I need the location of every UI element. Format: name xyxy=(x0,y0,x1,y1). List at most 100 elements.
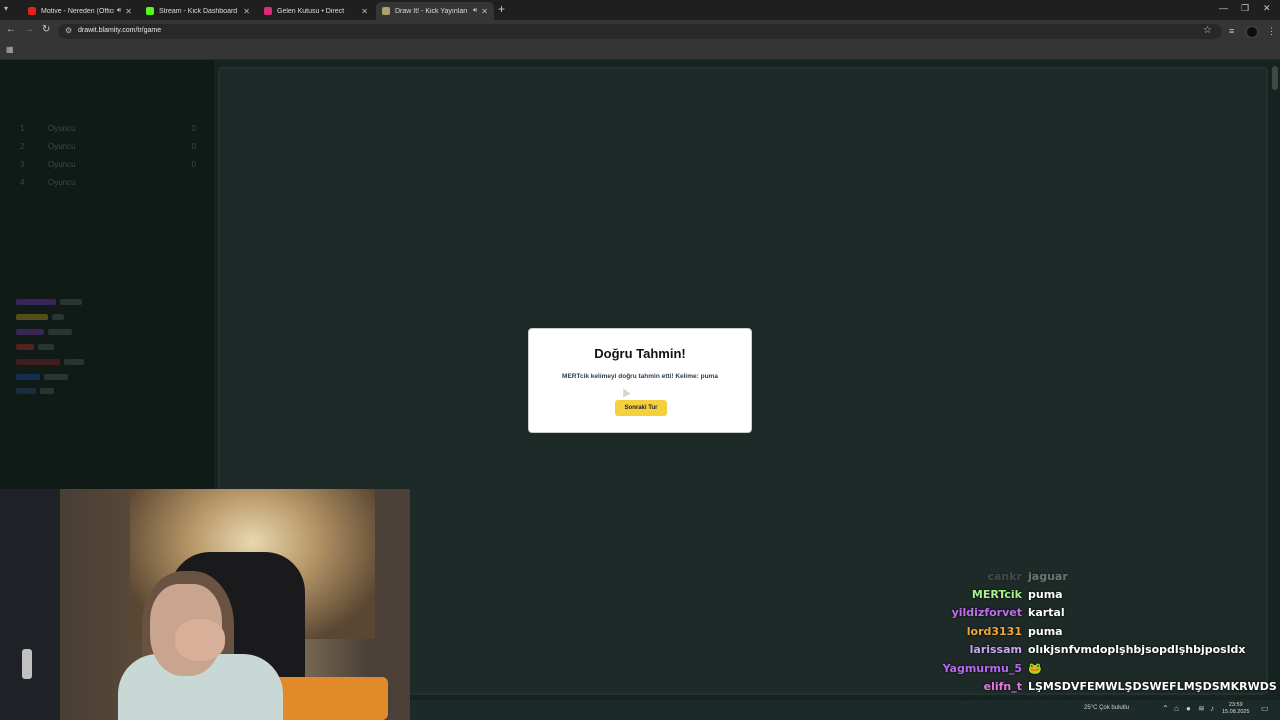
tab-title: Draw It! - Kick Yayınları İçi xyxy=(395,7,470,15)
new-tab-icon[interactable]: + xyxy=(498,2,505,16)
kick-favicon-icon xyxy=(146,7,154,15)
chat-text: 🐸 xyxy=(1028,661,1042,675)
player-row: 3 Oyuncu 0 xyxy=(20,160,200,174)
stream-chat-overlay: cankr jaguar MERTcik puma yildizforvet kartal… xyxy=(828,567,1277,714)
player-rank: 3 xyxy=(20,160,25,169)
sidebar-chat-line xyxy=(16,357,126,367)
chat-username: elifn_t xyxy=(983,680,1022,694)
player-rank: 4 xyxy=(20,178,25,187)
lamp xyxy=(22,649,32,679)
clock-time: 23:59 xyxy=(1228,702,1243,708)
player-name: Oyuncu xyxy=(48,142,76,151)
notification-icon[interactable]: ▭ xyxy=(1261,704,1269,713)
site-info-icon[interactable]: ⚙ xyxy=(65,26,72,35)
players-sidebar: 1 Oyuncu 0 2 Oyuncu 0 3 Oyuncu 0 4 Oyunc… xyxy=(0,60,214,490)
player-rank: 1 xyxy=(20,124,25,133)
address-bar[interactable]: ⚙ drawit.blamity.com/tr/game ☆ xyxy=(58,24,1222,39)
player-name: Oyuncu xyxy=(48,124,76,133)
sidebar-chat-line xyxy=(16,342,126,352)
player-row: 4 Oyuncu xyxy=(20,178,200,192)
menu-kebab-icon[interactable]: ⋮ xyxy=(1267,26,1276,37)
windows-taskbar xyxy=(410,700,1280,720)
chat-message: larissam olıkjsnfvmdoplşhbjsopdlşhbjposld… xyxy=(828,641,1248,659)
chat-message: MERTcik puma xyxy=(828,585,1248,603)
chat-message: cankr jaguar xyxy=(828,567,1248,585)
dialog-title: Doğru Tahmin! xyxy=(594,346,686,361)
next-round-button[interactable]: Sonraki Tur xyxy=(615,400,667,416)
browser-tab-4-active[interactable]: Draw It! - Kick Yayınları İçi 🔊︎ ✕ xyxy=(376,2,494,20)
apps-grid-icon[interactable]: ▦ xyxy=(6,45,14,54)
chat-text: LŞMSDVFEMWLŞDSWEFLMŞDSMKRWDS xyxy=(1028,680,1277,694)
sidebar-chat-line xyxy=(16,372,126,382)
dialog-message: MERTcik kelimeyi doğru tahmin etti! Keli… xyxy=(562,373,718,380)
chat-username: MERTcik xyxy=(971,588,1022,602)
browser-tab-2[interactable]: Stream - Kick Dashboard ✕ xyxy=(140,2,256,20)
network-icon[interactable]: ⌂ xyxy=(1174,704,1179,713)
chat-message: yildizforvet kartal xyxy=(828,604,1248,622)
chat-username: larissam xyxy=(969,643,1022,657)
sidebar-chat-line xyxy=(16,327,126,337)
chat-username: cankr xyxy=(987,569,1022,583)
reload-icon[interactable]: ↻ xyxy=(42,24,50,35)
mic-icon[interactable]: ● xyxy=(1186,704,1191,713)
weather-widget[interactable]: 25°C Çok bulutlu xyxy=(1084,705,1129,711)
chat-message: elifn_t LŞMSDVFEMWLŞDSWEFLMŞDSMKRWDS xyxy=(828,677,1277,695)
player-name: Oyuncu xyxy=(48,160,76,169)
tab-title: Gelen Kutusu • Direct xyxy=(277,7,345,15)
close-tab-icon[interactable]: ✕ xyxy=(243,7,250,16)
drawit-favicon-icon xyxy=(382,7,390,15)
window-close-icon[interactable]: ✕ xyxy=(1263,3,1271,14)
player-row: 1 Oyuncu 0 xyxy=(20,124,200,138)
chat-text: olıkjsnfvmdoplşhbjsopdlşhbjposldx xyxy=(1028,643,1246,657)
correct-guess-dialog: Doğru Tahmin! MERTcik kelimeyi doğru tah… xyxy=(528,328,752,433)
chat-message: lord3131 puma xyxy=(828,622,1248,640)
address-url: drawit.blamity.com/tr/game xyxy=(78,27,162,34)
page-scrollbar[interactable] xyxy=(1272,66,1278,90)
media-control-icon[interactable]: ≡ xyxy=(1229,26,1234,36)
taskbar-clock[interactable]: 23:59 15.08.2025 xyxy=(1222,702,1250,716)
chat-text: puma xyxy=(1028,588,1063,602)
profile-avatar[interactable] xyxy=(1246,26,1258,38)
browser-tab-1[interactable]: Motive - Nereden (Official 🔊︎ ✕ xyxy=(22,2,138,20)
player-score: 0 xyxy=(191,124,196,133)
youtube-favicon-icon xyxy=(28,7,36,15)
player-score: 0 xyxy=(191,142,196,151)
instagram-favicon-icon xyxy=(264,7,272,15)
bookmark-star-icon[interactable]: ☆ xyxy=(1203,25,1212,36)
chat-text: jaguar xyxy=(1028,569,1068,583)
chat-message: Yagmurmu_5 🐸 xyxy=(828,659,1248,677)
close-tab-icon[interactable]: ✕ xyxy=(125,7,132,16)
wifi-icon[interactable]: ≋ xyxy=(1198,704,1205,713)
webcam-overlay xyxy=(0,489,410,720)
volume-icon[interactable]: ♪ xyxy=(1210,704,1214,713)
chat-text: kartal xyxy=(1028,606,1065,620)
player-name: Oyuncu xyxy=(48,178,76,187)
speaker-icon[interactable]: 🔊︎ xyxy=(473,7,477,15)
chat-text: puma xyxy=(1028,624,1063,638)
chat-username: yildizforvet xyxy=(951,606,1022,620)
sidebar-chat-line xyxy=(16,386,126,396)
chat-username: Yagmurmu_5 xyxy=(942,661,1022,675)
speaker-icon[interactable]: 🔊︎ xyxy=(117,7,121,15)
browser-tab-3[interactable]: Gelen Kutusu • Direct ✕ xyxy=(258,2,374,20)
orange-cushion xyxy=(268,677,388,720)
minimize-icon[interactable]: — xyxy=(1219,3,1228,13)
tab-search-icon[interactable]: ▾ xyxy=(4,4,8,13)
player-score: 0 xyxy=(191,160,196,169)
close-tab-icon[interactable]: ✕ xyxy=(481,7,488,16)
close-tab-icon[interactable]: ✕ xyxy=(361,7,368,16)
restore-icon[interactable]: ❐ xyxy=(1241,3,1249,14)
sidebar-chat-line xyxy=(16,312,126,322)
forward-icon[interactable]: → xyxy=(24,24,34,35)
chat-username: lord3131 xyxy=(966,624,1022,638)
player-row: 2 Oyuncu 0 xyxy=(20,142,200,156)
tab-title: Stream - Kick Dashboard xyxy=(159,7,238,15)
back-icon[interactable]: ← xyxy=(6,24,16,35)
tab-title: Motive - Nereden (Official xyxy=(41,7,114,15)
webcam-left-wall xyxy=(0,489,60,720)
player-rank: 2 xyxy=(20,142,25,151)
sidebar-chat-line xyxy=(16,297,126,307)
clock-date: 15.08.2025 xyxy=(1222,709,1250,715)
tray-icon[interactable]: ⌃ xyxy=(1162,704,1169,713)
bookmarks-bar: ▦ xyxy=(0,42,1280,60)
